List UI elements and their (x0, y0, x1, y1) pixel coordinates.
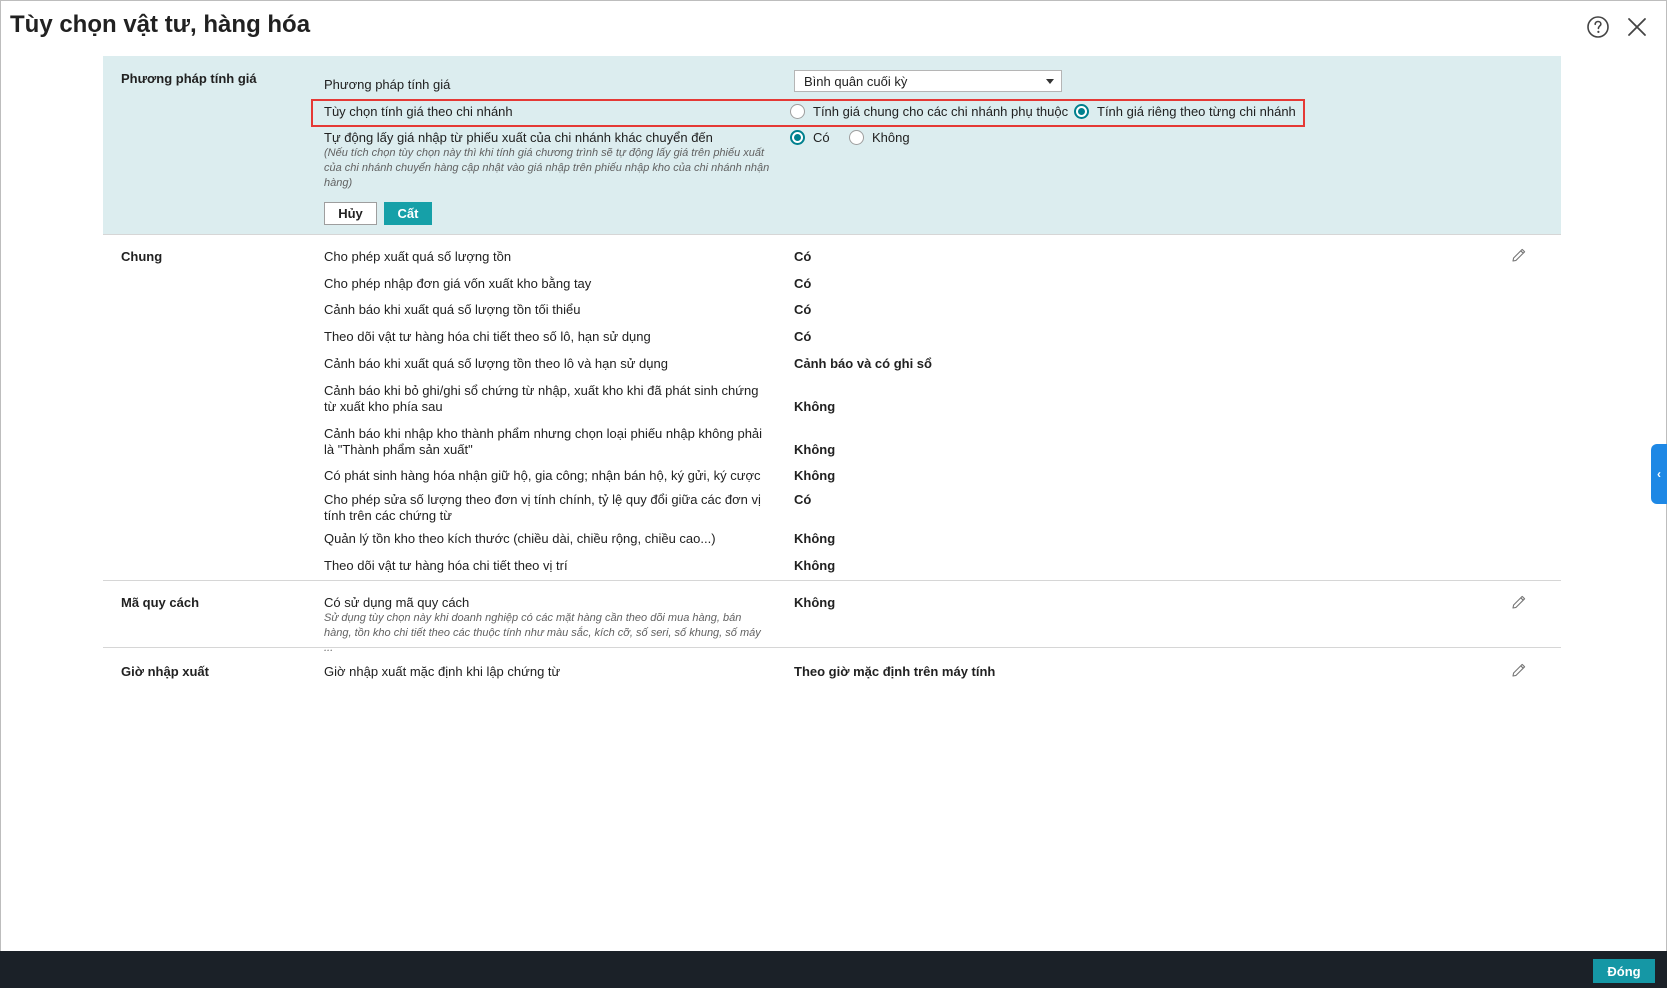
dialog-title: Tùy chọn vật tư, hàng hóa (10, 11, 311, 38)
spec-label: Có sử dụng mã quy cách (324, 595, 470, 610)
branch-pricing-label: Tùy chọn tính giá theo chi nhánh (324, 104, 513, 119)
price-method-select[interactable]: Bình quân cuối kỳ (794, 70, 1062, 92)
edit-general-icon[interactable] (1511, 247, 1527, 263)
save-button[interactable]: Cất (384, 202, 432, 225)
general-row-value: Có (794, 492, 812, 507)
cancel-button[interactable]: Hủy (324, 202, 377, 225)
general-row-label: Cho phép xuất quá số lượng tồn (324, 249, 512, 264)
price-method-selected-value: Bình quân cuối kỳ (804, 74, 908, 89)
time-section-title: Giờ nhập xuất (121, 664, 209, 679)
spec-value: Không (794, 595, 836, 610)
general-row-label: Cảnh báo khi bỏ ghi/ghi sổ chứng từ nhập… (324, 383, 759, 414)
general-row-value: Không (794, 442, 836, 457)
spec-note: Sử dụng tùy chọn này khi doanh nghiệp có… (324, 612, 761, 654)
radio-auto-no-label: Không (872, 130, 910, 145)
radio-auto-yes-label: Có (813, 130, 830, 145)
general-row-label: Cảnh báo khi nhập kho thành phẩm nhưng c… (324, 426, 763, 457)
close-button[interactable]: Đóng (1593, 959, 1655, 983)
general-row-label: Theo dõi vật tư hàng hóa chi tiết theo v… (324, 558, 568, 573)
edit-time-icon[interactable] (1511, 662, 1527, 678)
spec-section-title: Mã quy cách (121, 595, 200, 610)
general-row-value: Có (794, 276, 812, 291)
edit-spec-icon[interactable] (1511, 594, 1527, 610)
general-row-label: Có phát sinh hàng hóa nhận giữ hộ, gia c… (324, 468, 761, 483)
auto-import-price-label: Tự động lấy giá nhập từ phiếu xuất của c… (324, 130, 713, 145)
general-section-title: Chung (121, 249, 163, 264)
radio-common-pricing[interactable]: Tính giá chung cho các chi nhánh phụ thu… (790, 104, 1068, 119)
section-divider (103, 647, 1561, 648)
radio-separate-pricing[interactable]: Tính giá riêng theo từng chi nhánh (1074, 104, 1296, 119)
auto-import-price-note: (Nếu tích chọn tùy chọn này thì khi tính… (324, 147, 770, 189)
general-row-label: Cho phép sửa số lượng theo đơn vị tính c… (324, 492, 761, 523)
close-icon[interactable] (1625, 15, 1649, 39)
general-row-value: Có (794, 329, 812, 344)
side-panel-toggle[interactable]: ‹ (1651, 444, 1667, 504)
general-row-label: Theo dõi vật tư hàng hóa chi tiết theo s… (324, 329, 651, 344)
dropdown-arrow-icon[interactable] (1046, 79, 1054, 84)
radio-auto-yes[interactable]: Có (790, 130, 830, 145)
general-row-value: Cảnh báo và có ghi sổ (794, 356, 932, 371)
general-row-value: Không (794, 531, 836, 546)
general-row-label: Quản lý tồn kho theo kích thước (chiều d… (324, 531, 716, 546)
radio-auto-no[interactable]: Không (849, 130, 910, 145)
radio-auto-no-circle[interactable] (849, 130, 864, 145)
help-circle-icon[interactable] (1586, 15, 1610, 39)
section-divider (103, 580, 1561, 581)
price-method-section-title: Phương pháp tính giá (121, 71, 257, 86)
radio-common-pricing-label: Tính giá chung cho các chi nhánh phụ thu… (813, 104, 1069, 119)
price-method-label: Phương pháp tính giá (324, 77, 451, 92)
general-row-value: Có (794, 249, 812, 264)
general-row-label: Cảnh báo khi xuất quá số lượng tồn theo … (324, 356, 668, 371)
general-row-label: Cảnh báo khi xuất quá số lượng tồn tối t… (324, 302, 581, 317)
radio-common-pricing-circle[interactable] (790, 104, 805, 119)
general-row-value: Không (794, 468, 836, 483)
radio-separate-pricing-circle[interactable] (1074, 104, 1089, 119)
time-value: Theo giờ mặc định trên máy tính (794, 664, 996, 679)
radio-auto-yes-circle[interactable] (790, 130, 805, 145)
general-row-label: Cho phép nhập đơn giá vốn xuất kho bằng … (324, 276, 592, 291)
general-row-value: Không (794, 399, 836, 414)
general-row-value: Không (794, 558, 836, 573)
time-label: Giờ nhập xuất mặc định khi lập chứng từ (324, 664, 561, 679)
footer-bar (0, 951, 1667, 988)
section-divider (103, 234, 1561, 235)
general-row-value: Có (794, 302, 812, 317)
radio-separate-pricing-label: Tính giá riêng theo từng chi nhánh (1097, 104, 1296, 119)
